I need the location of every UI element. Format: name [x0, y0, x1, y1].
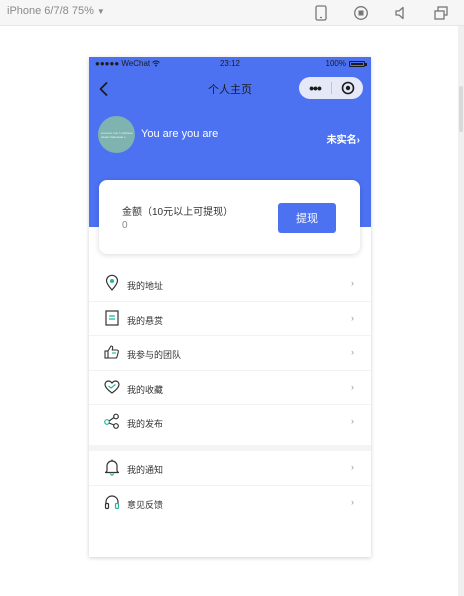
chevron-right-icon: › [351, 278, 354, 288]
chevron-right-icon: › [351, 347, 354, 357]
verify-label: 未实名 [326, 135, 357, 146]
headphones-icon [103, 493, 121, 511]
caret-down-icon: ▼ [96, 6, 105, 16]
menu-primary: 我的地址 › 我的悬赏 › 我参与的团队 › 我的收藏 › 我的发布 › [89, 267, 371, 440]
avatar[interactable]: scnoooo nou h stsbisaa ebaan thabuawa o [98, 116, 135, 153]
menu-item-favorites[interactable]: 我的收藏 › [89, 371, 371, 405]
document-icon [103, 309, 121, 327]
balance-label: 金额（10元以上可提现） [122, 207, 234, 218]
menu-item-bounty[interactable]: 我的悬赏 › [89, 302, 371, 336]
menu-item-teams[interactable]: 我参与的团队 › [89, 336, 371, 371]
menu-item-posts[interactable]: 我的发布 › [89, 405, 371, 440]
menu-item-label: 我的收藏 [127, 385, 164, 396]
share-icon [103, 412, 121, 430]
more-icon[interactable]: ••• [299, 77, 331, 99]
menu-item-notifications[interactable]: 我的通知 › [89, 451, 371, 486]
chevron-right-icon: › [351, 496, 354, 507]
avatar-text: ebaan thabuawa o [101, 135, 126, 139]
bell-icon [103, 458, 121, 476]
balance-card: 金额（10元以上可提现） 0 提现 [99, 180, 360, 254]
device-label: iPhone 6/7/8 75% [7, 5, 94, 17]
menu-secondary: 我的通知 › 意见反馈 › [89, 445, 371, 520]
volume-icon[interactable] [392, 4, 410, 22]
menu-item-label: 我的悬赏 [127, 316, 164, 327]
username: You are you are [141, 128, 219, 140]
record-icon[interactable] [352, 4, 370, 22]
chevron-right-icon: › [351, 381, 354, 392]
mini-program-capsule: ••• [299, 77, 363, 99]
menu-item-label: 意见反馈 [127, 500, 164, 511]
nav-bar: 个人主页 ••• [89, 71, 371, 107]
phone-frame: ●●●●● WeChat 23:12 100% 个人主页 ••• scnoooo… [89, 57, 371, 557]
status-bar: ●●●●● WeChat 23:12 100% [89, 57, 371, 71]
location-pin-icon [103, 274, 121, 292]
windows-icon[interactable] [432, 4, 450, 22]
menu-item-address[interactable]: 我的地址 › [89, 267, 371, 302]
close-mini-program-icon[interactable] [332, 81, 363, 95]
menu-item-label: 我的发布 [127, 420, 164, 430]
device-select[interactable]: iPhone 6/7/8 75% ▼ [7, 5, 105, 17]
chevron-right-icon: › [351, 312, 354, 323]
page-scrollbar[interactable] [458, 26, 464, 596]
scrollbar-thumb[interactable] [459, 86, 463, 132]
chevron-right-icon: › [356, 135, 360, 146]
withdraw-button[interactable]: 提现 [278, 203, 336, 233]
battery-percent: 100% [325, 59, 346, 68]
menu-item-label: 我的通知 [127, 466, 164, 476]
chevron-right-icon: › [351, 416, 354, 426]
verify-status-link[interactable]: 未实名› [327, 131, 360, 146]
heart-icon [103, 378, 121, 396]
devtools-toolbar: iPhone 6/7/8 75% ▼ [0, 0, 464, 26]
chevron-right-icon: › [351, 462, 354, 472]
phone-icon[interactable] [312, 4, 330, 22]
battery-icon [349, 60, 367, 67]
menu-item-feedback[interactable]: 意见反馈 › [89, 486, 371, 521]
menu-item-label: 我的地址 [127, 282, 164, 292]
thumbs-up-icon [103, 343, 121, 361]
balance-amount: 0 [122, 220, 128, 231]
menu-item-label: 我参与的团队 [127, 351, 182, 361]
